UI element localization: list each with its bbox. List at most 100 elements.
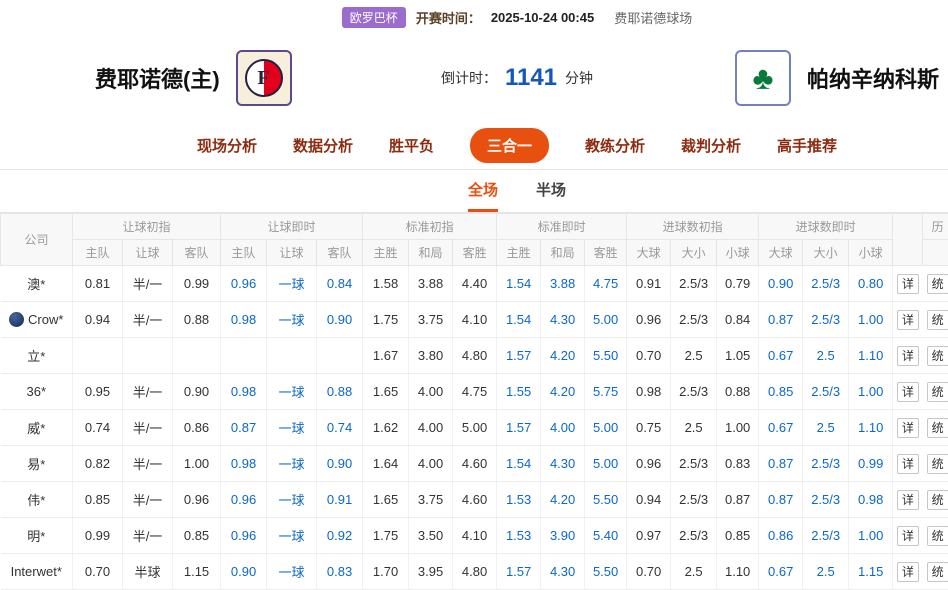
stats-link[interactable]: 统 [927,454,948,474]
odds-cell: 0.91 [627,266,671,302]
odds-cell: 4.75 [453,374,497,410]
odds-cell: 4.00 [409,410,453,446]
subtab-half-match[interactable]: 半场 [536,170,566,212]
odds-cell: 1.75 [363,518,409,554]
tab-three-in-one[interactable]: 三合一 [470,128,549,163]
odds-cell: 半/一 [123,302,173,338]
odds-cell: 1.53 [497,518,541,554]
odds-cell: 0.96 [627,446,671,482]
stats-link[interactable]: 统 [927,346,948,366]
stats-link[interactable]: 统 [927,418,948,438]
countdown: 倒计时： 1141 分钟 [441,64,593,92]
stats-link-cell: 统 [923,302,948,338]
odds-cell: 0.70 [627,554,671,590]
table-row: 伟*0.85半/一0.960.96一球0.911.653.754.601.534… [1,482,948,518]
odds-cell: 1.00 [849,518,893,554]
stats-link[interactable]: 统 [927,490,948,510]
odds-cell: 0.96 [221,266,267,302]
table-row: 立*1.673.804.801.574.205.500.702.51.050.6… [1,338,948,374]
company-cell[interactable]: 伟* [1,482,73,518]
tab-expert-picks[interactable]: 高手推荐 [777,135,837,156]
odds-cell: 1.54 [497,302,541,338]
company-name: Interwet* [11,564,62,579]
league-badge: 欧罗巴杯 [342,7,406,28]
odds-cell: 0.80 [849,266,893,302]
detail-link[interactable]: 详 [897,454,919,474]
detail-link[interactable]: 详 [897,490,919,510]
odds-cell: 4.75 [585,266,627,302]
odds-cell: 0.85 [717,518,759,554]
odds-cell: 0.96 [173,482,221,518]
odds-cell: 0.90 [759,266,803,302]
odds-cell: 0.98 [849,482,893,518]
odds-cell: 半/一 [123,266,173,302]
sub-header: 小球 [717,240,759,266]
odds-cell: 2.5/3 [803,482,849,518]
stats-link[interactable]: 统 [927,382,948,402]
odds-cell: 0.84 [317,266,363,302]
odds-cell: 2.5/3 [671,446,717,482]
detail-link[interactable]: 详 [897,526,919,546]
company-cell[interactable]: Interwet* [1,554,73,590]
odds-cell: 1.57 [497,410,541,446]
group-header-row: 公司 让球初指 让球即时 标准初指 标准即时 进球数初指 进球数即时 历 [1,214,948,240]
odds-cell: 0.83 [317,554,363,590]
stats-link-cell: 统 [923,410,948,446]
company-cell[interactable]: 澳* [1,266,73,302]
company-name: 明* [27,529,45,544]
odds-cell: 0.94 [627,482,671,518]
detail-link[interactable]: 详 [897,346,919,366]
company-cell[interactable]: 立* [1,338,73,374]
table-row: 36*0.95半/一0.900.98一球0.881.654.004.751.55… [1,374,948,410]
sub-header: 大球 [627,240,671,266]
odds-cell: 4.20 [541,338,585,374]
detail-link-cell: 详 [893,266,923,302]
odds-cell: 2.5/3 [671,374,717,410]
tab-coach-analysis[interactable]: 教练分析 [585,135,645,156]
odds-cell: 1.55 [497,374,541,410]
odds-cell: 0.96 [627,302,671,338]
detail-link[interactable]: 详 [897,562,919,582]
odds-cell: 0.83 [717,446,759,482]
odds-cell: 半/一 [123,518,173,554]
odds-cell: 0.79 [717,266,759,302]
company-cell[interactable]: Crow* [1,302,73,338]
detail-link[interactable]: 详 [897,274,919,294]
odds-cell: 1.10 [849,410,893,446]
odds-cell: 4.30 [541,446,585,482]
odds-cell: 0.91 [317,482,363,518]
odds-cell: 0.99 [73,518,123,554]
company-cell[interactable]: 威* [1,410,73,446]
tab-live-analysis[interactable]: 现场分析 [197,135,257,156]
detail-link[interactable]: 详 [897,310,919,330]
detail-link[interactable]: 详 [897,418,919,438]
subtab-full-match[interactable]: 全场 [468,170,498,212]
odds-cell: 0.92 [317,518,363,554]
odds-cell: 半/一 [123,374,173,410]
odds-cell: 1.65 [363,482,409,518]
detail-link[interactable]: 详 [897,382,919,402]
odds-cell: 一球 [267,302,317,338]
tab-win-draw-lose[interactable]: 胜平负 [389,135,434,156]
stats-link[interactable]: 统 [927,562,948,582]
odds-cell: 2.5 [671,338,717,374]
company-cell[interactable]: 36* [1,374,73,410]
match-header: 费耶诺德(主) F 倒计时： 1141 分钟 ♣ 帕纳辛纳科斯 [0,34,948,122]
sub-header: 大小 [671,240,717,266]
tab-data-analysis[interactable]: 数据分析 [293,135,353,156]
table-row: 明*0.99半/一0.850.96一球0.921.753.504.101.533… [1,518,948,554]
stats-link[interactable]: 统 [927,310,948,330]
odds-cell: 0.87 [759,482,803,518]
odds-cell: 0.67 [759,410,803,446]
stats-link[interactable]: 统 [927,526,948,546]
odds-cell: 半球 [123,554,173,590]
odds-cell: 4.30 [541,302,585,338]
tab-referee-analysis[interactable]: 裁判分析 [681,135,741,156]
group-header-1x2-live: 标准即时 [497,214,627,240]
stats-link[interactable]: 统 [927,274,948,294]
odds-cell: 2.5/3 [671,482,717,518]
odds-cell: 1.05 [717,338,759,374]
table-row: 易*0.82半/一1.000.98一球0.901.644.004.601.544… [1,446,948,482]
company-cell[interactable]: 明* [1,518,73,554]
company-cell[interactable]: 易* [1,446,73,482]
